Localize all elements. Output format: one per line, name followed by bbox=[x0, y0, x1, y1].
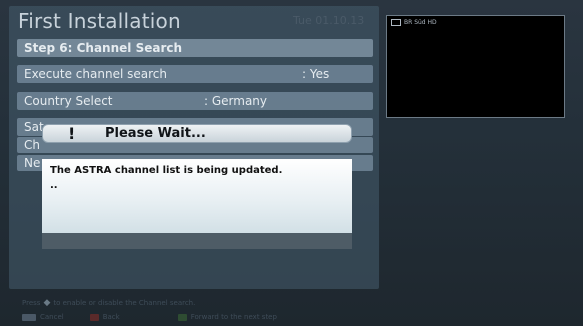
red-key-icon bbox=[89, 313, 99, 321]
menu-row-execute-search[interactable]: Execute channel search : Yes bbox=[17, 65, 373, 83]
please-wait-dialog: ! Please Wait... The ASTRA channel list … bbox=[42, 124, 352, 249]
key-legend: Cancel Back Forward to the next step bbox=[22, 313, 277, 321]
preview-channel-label: BR Süd HD bbox=[404, 19, 437, 26]
menu-row-label: Ne bbox=[24, 156, 41, 170]
step-header: Step 6: Channel Search bbox=[17, 39, 373, 57]
hint-text: to enable or disable the Channel search. bbox=[53, 299, 196, 307]
dialog-footer bbox=[42, 233, 352, 249]
menu-row-value: : Germany bbox=[204, 94, 268, 108]
menu-row-label: Sat bbox=[24, 120, 44, 134]
video-preview: BR Süd HD bbox=[386, 15, 565, 118]
page-title: First Installation bbox=[18, 9, 181, 33]
hint-line: Press ◆ to enable or disable the Channel… bbox=[22, 298, 195, 308]
tv-screen: First Installation Tue 01.10.13 Step 6: … bbox=[0, 0, 583, 326]
progress-dots: .. bbox=[50, 180, 58, 191]
dialog-title: Please Wait... bbox=[105, 126, 206, 141]
hint-press: Press bbox=[22, 299, 41, 307]
clock-display: Tue 01.10.13 bbox=[293, 14, 365, 27]
menu-row-label: Country Select bbox=[24, 94, 113, 108]
menu-row-label: Execute channel search bbox=[24, 67, 167, 81]
key-label-forward[interactable]: Forward to the next step bbox=[191, 313, 277, 321]
key-label-back[interactable]: Back bbox=[103, 313, 120, 321]
menu-row-label: Ch bbox=[24, 138, 40, 152]
step-label: Step 6: Channel Search bbox=[24, 41, 183, 55]
menu-row-country-select[interactable]: Country Select : Germany bbox=[17, 92, 373, 110]
key-label-cancel[interactable]: Cancel bbox=[40, 313, 64, 321]
exit-key-icon bbox=[22, 313, 36, 321]
warning-icon: ! bbox=[68, 124, 76, 143]
tv-icon bbox=[391, 19, 401, 26]
dialog-message: The ASTRA channel list is being updated. bbox=[50, 165, 283, 176]
green-key-icon bbox=[177, 313, 187, 321]
preview-channel: BR Süd HD bbox=[391, 19, 437, 26]
dialog-body: The ASTRA channel list is being updated.… bbox=[42, 159, 352, 233]
menu-row-value: : Yes bbox=[302, 67, 330, 81]
dialog-title-bar: ! Please Wait... bbox=[42, 124, 352, 143]
navigate-icon: ◆ bbox=[43, 298, 51, 308]
